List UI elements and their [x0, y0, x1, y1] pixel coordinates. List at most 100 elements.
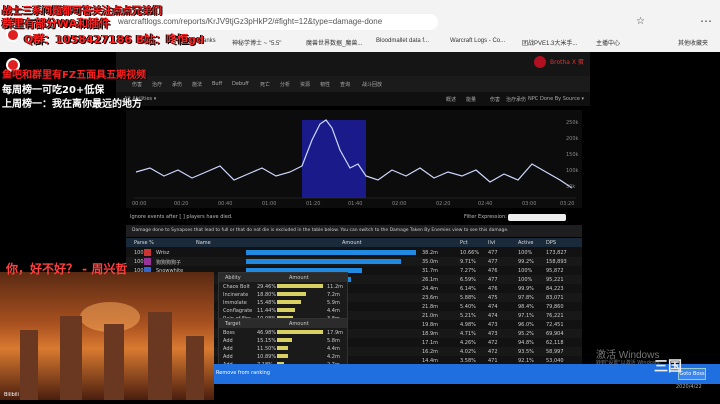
tab-damage-taken[interactable]: 承伤 [172, 81, 182, 88]
popup-row-amount: 4.2m [327, 354, 340, 360]
bookmark-item[interactable]: 主播中心 [596, 38, 620, 47]
cell-amount: 18.9m [422, 331, 439, 337]
subtab-energy[interactable]: 能量 [466, 96, 476, 103]
cell-pct: 10.66% [460, 250, 480, 256]
ignore-deaths-label[interactable]: Ignore events after [ ] players have die… [130, 214, 233, 220]
subtab-damage[interactable]: 伤害 [490, 96, 500, 103]
y-tick-label: 150k [566, 152, 579, 158]
col-amount[interactable]: Amount [342, 240, 362, 246]
view-subtabs: Alt Abilities ▾ 概述 能量 伤害 治疗承伤 NPC Done B… [116, 92, 590, 106]
cell-ilvl: 477 [488, 259, 498, 265]
subtab-heal-taken[interactable]: 治疗承伤 [506, 96, 526, 103]
bookmark-item[interactable]: 团战PVE1.3大米手... [522, 38, 577, 47]
popup-row-pct: 11.50% [257, 346, 277, 352]
bookmark-item[interactable]: Bloodmallet data f... [376, 38, 429, 44]
popup-row[interactable]: Add 11.50% 4.4m [219, 345, 347, 353]
popup-row-amount: 4.4m [327, 346, 340, 352]
popup-row[interactable]: Add 10.89% 4.2m [219, 353, 347, 361]
favorite-star-icon[interactable]: ☆ [636, 16, 645, 27]
cell-name[interactable]: Wrisz [156, 250, 169, 256]
popup-col-amount: Amount [289, 275, 309, 281]
x-tick-label: 00:20 [174, 201, 188, 207]
subtab-overview[interactable]: 概述 [446, 96, 456, 103]
col-name[interactable]: Name [196, 240, 211, 246]
cell-parse: 100 [134, 250, 144, 256]
col-parse[interactable]: Parse % [134, 240, 154, 246]
tab-deaths[interactable]: 死亡 [260, 81, 270, 88]
class-icon [144, 258, 151, 265]
popup-row-bar [277, 338, 292, 342]
popup-row-bar [277, 354, 288, 358]
cell-dps: 58,997 [546, 349, 564, 355]
tab-buffs[interactable]: Buff [212, 81, 222, 87]
damage-graph[interactable]: 00:00 00:20 00:40 01:00 01:20 01:40 02:0… [126, 110, 582, 208]
webcam-video: Bilibili [0, 272, 214, 400]
cell-pct: 5.88% [460, 295, 476, 301]
overlay-line-6: 鱼吧和群里有FZ五面具五期视频 [2, 70, 147, 81]
table-header: Parse % Name Amount Pct Ilvl Active DPS [126, 238, 582, 247]
video-pillar [20, 330, 38, 400]
report-tabs: 伤害 治疗 承伤 施法 Buff Debuff 死亡 分析 资源 韧性 查询 战… [116, 76, 590, 92]
bookmark-item[interactable]: 其他收藏夹 [678, 38, 708, 47]
cell-active: 99.9% [518, 286, 534, 292]
popup-row[interactable]: Incinerate 18.80% 7.2m [219, 291, 347, 299]
x-tick-label: 02:40 [478, 201, 492, 207]
popup-row[interactable]: Add 15.15% 5.8m [219, 337, 347, 345]
filter-expression-input[interactable] [508, 214, 566, 221]
tab-replay[interactable]: 战斗回放 [362, 81, 382, 88]
col-active[interactable]: Active [518, 240, 533, 246]
cell-active: 96.0% [518, 322, 534, 328]
system-clock: 2020/4/22 [676, 384, 702, 390]
cell-dps: 83,071 [546, 295, 564, 301]
cell-dps: 76,221 [546, 313, 564, 319]
cell-ilvl: 477 [488, 250, 498, 256]
popup-row[interactable]: Chaos Bolt 29.46% 11.2m [219, 283, 347, 291]
popup-row-amount: 4.4m [327, 308, 340, 314]
user-avatar[interactable] [534, 56, 546, 68]
video-pillar [186, 336, 204, 400]
popup-row-name: Incinerate [223, 292, 249, 298]
subtab-done-by-source[interactable]: Done By Source ▾ [540, 96, 584, 102]
col-dps[interactable]: DPS [546, 240, 556, 246]
popup-row-amount: 17.9m [327, 330, 344, 336]
cell-amount: 24.4m [422, 286, 439, 292]
cell-pct: 4.02% [460, 349, 476, 355]
cell-active: 99.2% [518, 259, 534, 265]
cell-amount: 21.8m [422, 304, 439, 310]
bookmark-item[interactable]: 神秘学博士 ~ "5.5" [232, 38, 281, 47]
user-name[interactable]: Brotha X 蛋 [550, 57, 584, 66]
cell-dps: 95,221 [546, 277, 564, 283]
table-row[interactable]: 100 狗狗狗狗子 35.0m 9.71% 477 99.2% 158,893 [126, 257, 582, 266]
subtab-npc[interactable]: NPC [528, 96, 538, 102]
tab-casts[interactable]: 施法 [192, 81, 202, 88]
notification-text[interactable]: Remove from ranking [216, 370, 270, 376]
tab-query[interactable]: 查询 [340, 81, 350, 88]
x-tick-label: 01:40 [348, 201, 362, 207]
x-tick-label: 03:20 [560, 201, 574, 207]
tab-damage[interactable]: 伤害 [132, 81, 142, 88]
tab-debuffs[interactable]: Debuff [232, 81, 249, 87]
cell-pct: 7.27% [460, 268, 476, 274]
tab-resources[interactable]: 资源 [300, 81, 310, 88]
popup-header: Ability Amount [219, 273, 347, 282]
popup-row-name: Add [223, 338, 233, 344]
cell-active: 100% [518, 277, 533, 283]
filter-expression-label: Filter Expression: [464, 214, 507, 220]
popup-row-amount: 5.8m [327, 338, 340, 344]
bookmark-item[interactable]: 魔兽世界数据_魔兽... [306, 38, 362, 47]
browser-menu-icon[interactable]: ⋯ [700, 14, 712, 28]
tab-resilience[interactable]: 韧性 [320, 81, 330, 88]
popup-row[interactable]: Immolate 15.48% 5.9m [219, 299, 347, 307]
popup-row-bar [277, 300, 301, 304]
popup-row-bar [277, 330, 323, 334]
cell-name[interactable]: 狗狗狗狗子 [156, 259, 181, 266]
popup-row[interactable]: Conflagrate 11.44% 4.4m [219, 307, 347, 315]
table-row[interactable]: 100 Wrisz 38.2m 10.66% 477 100% 173,827 [126, 248, 582, 257]
tab-healing[interactable]: 治疗 [152, 81, 162, 88]
cell-active: 97.8% [518, 295, 534, 301]
popup-row[interactable]: Boss 46.98% 17.9m [219, 329, 347, 337]
bookmark-item[interactable]: Warcraft Logs - Co... [450, 38, 505, 44]
col-pct[interactable]: Pct [460, 240, 468, 246]
col-ilvl[interactable]: Ilvl [488, 240, 495, 246]
tab-analysis[interactable]: 分析 [280, 81, 290, 88]
